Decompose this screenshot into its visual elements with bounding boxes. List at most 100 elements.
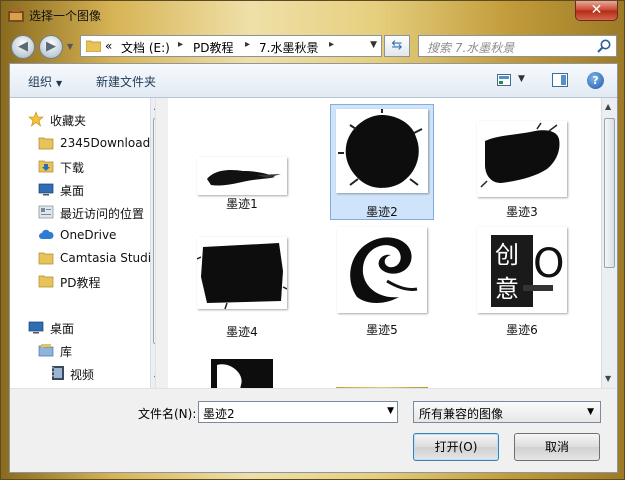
file-name: 墨迹2 xyxy=(366,205,398,219)
video-icon xyxy=(52,366,64,380)
nav-item-label: PD教程 xyxy=(60,276,101,290)
breadcrumb-separator-icon[interactable]: ▸ xyxy=(329,39,334,50)
thumbnail-partial xyxy=(211,359,273,388)
nav-item-videos[interactable]: 视频 xyxy=(10,362,150,384)
breadcrumb-separator-icon[interactable]: ▸ xyxy=(178,39,183,50)
file-tile-ink3[interactable]: 墨迹3 xyxy=(470,104,574,220)
refresh-button[interactable]: ⇆ xyxy=(384,35,410,57)
nav-item-label: 视频 xyxy=(70,368,95,382)
file-name: 墨迹1 xyxy=(226,197,258,211)
file-name: 墨迹5 xyxy=(366,323,398,337)
file-list-scrollbar[interactable]: ▲ ▼ xyxy=(601,98,617,388)
nav-item-desktop[interactable]: 桌面 xyxy=(10,178,150,200)
toolbar: 组织 ▼ 新建文件夹 ▼ ? xyxy=(10,64,617,98)
folder-icon xyxy=(86,40,101,52)
close-button[interactable]: ✕ xyxy=(575,1,618,21)
recent-places-icon xyxy=(38,205,54,219)
chevron-down-icon: ▼ xyxy=(587,407,594,417)
chevron-down-icon: ▼ xyxy=(56,79,63,88)
nav-item-libraries[interactable]: 库 xyxy=(10,339,150,361)
nav-item-label: OneDrive xyxy=(60,228,117,242)
nav-item-label: 库 xyxy=(60,345,73,359)
nav-item-label: 下载 xyxy=(60,161,85,175)
nav-item-desktop-root[interactable]: 桌面 xyxy=(10,316,150,338)
scrollbar-thumb[interactable] xyxy=(604,118,615,268)
nav-item-pd-tutorial[interactable]: PD教程 xyxy=(10,270,150,292)
breadcrumb-item[interactable]: 7.水墨秋景 xyxy=(259,39,318,56)
thumbnail-ink1 xyxy=(197,157,287,195)
file-tile-ink1[interactable]: 墨迹1 xyxy=(190,146,294,216)
dialog-window: 选择一个图像 ✕ ◀ ▶ ▼ « 文档 (E:) ▸ PD教程 ▸ 7.水墨秋景… xyxy=(0,0,625,480)
file-name: 墨迹3 xyxy=(506,205,538,219)
file-list: 墨迹1 墨迹2 墨迹3 墨迹4 墨迹5 创 意 O 墨迹6 xyxy=(168,98,601,388)
view-mode-icon[interactable] xyxy=(497,74,511,86)
nav-item-recent-places[interactable]: 最近访问的位置 xyxy=(10,201,150,223)
scroll-down-icon[interactable]: ▼ xyxy=(605,374,611,383)
file-tile-ink6[interactable]: 创 意 O 墨迹6 xyxy=(470,222,574,338)
folder-icon xyxy=(38,252,54,265)
refresh-icon: ⇆ xyxy=(391,38,403,53)
nav-item-label: 收藏夹 xyxy=(50,114,87,128)
file-tile-ink4[interactable]: 墨迹4 xyxy=(190,222,294,339)
address-bar[interactable]: « 文档 (E:) ▸ PD教程 ▸ 7.水墨秋景 ▸ ▼ xyxy=(80,35,382,57)
breadcrumb-item[interactable]: 文档 (E:) xyxy=(121,39,170,56)
nav-item-onedrive[interactable]: OneDrive xyxy=(10,224,150,246)
filename-label: 文件名(N): xyxy=(138,407,197,421)
nav-pane-scrollbar[interactable]: ▲ ▼ xyxy=(150,98,155,388)
forward-button[interactable]: ▶ xyxy=(39,35,63,59)
thumbnail-ink4 xyxy=(197,237,287,309)
breadcrumb-overflow[interactable]: « xyxy=(105,39,112,53)
thumbnail-ink3 xyxy=(477,121,567,197)
organize-label: 组织 xyxy=(28,75,53,89)
scroll-up-icon[interactable]: ▲ xyxy=(154,102,155,111)
file-tile-partial[interactable] xyxy=(470,346,574,388)
folder-icon xyxy=(38,275,54,288)
file-tile-ink2[interactable]: 墨迹2 xyxy=(330,104,434,220)
address-dropdown-icon[interactable]: ▼ xyxy=(370,40,377,50)
chevron-down-icon[interactable]: ▼ xyxy=(387,406,394,416)
thumbnail-big-o: O xyxy=(533,241,564,287)
filename-value: 墨迹2 xyxy=(203,407,235,421)
organize-button[interactable]: 组织 ▼ xyxy=(28,73,62,90)
breadcrumb-separator-icon[interactable]: ▸ xyxy=(245,39,250,50)
file-tile-partial[interactable] xyxy=(330,346,434,388)
cloud-icon xyxy=(39,229,54,239)
breadcrumb-item[interactable]: PD教程 xyxy=(193,39,233,56)
back-arrow-icon: ◀ xyxy=(18,39,28,54)
scroll-down-icon[interactable]: ▼ xyxy=(154,374,155,383)
file-tile-ink5[interactable]: 墨迹5 xyxy=(330,222,434,338)
search-box[interactable]: 搜索 7.水墨秋景 xyxy=(418,35,617,57)
new-folder-button[interactable]: 新建文件夹 xyxy=(96,73,156,90)
search-icon[interactable] xyxy=(596,38,612,54)
navigation-pane: 收藏夹 2345Downloads 下载 桌面 最近访问的位置 OneDrive xyxy=(10,98,156,388)
thumbnail-ink5 xyxy=(337,227,427,313)
filetype-select[interactable]: 所有兼容的图像 ▼ xyxy=(413,401,601,423)
view-dropdown-icon[interactable]: ▼ xyxy=(518,74,525,84)
close-icon: ✕ xyxy=(590,2,603,18)
recent-pages-dropdown-icon[interactable]: ▼ xyxy=(67,42,73,51)
app-icon xyxy=(8,8,24,22)
scrollbar-thumb[interactable] xyxy=(153,118,155,344)
folder-icon xyxy=(38,137,54,150)
dialog-client-area: 组织 ▼ 新建文件夹 ▼ ? 收藏夹 2345Downloads 下载 桌面 最… xyxy=(9,63,618,473)
nav-item-label: 桌面 xyxy=(50,322,75,336)
filename-input[interactable]: 墨迹2 ▼ xyxy=(198,401,398,423)
nav-item-downloads[interactable]: 下载 xyxy=(10,155,150,177)
open-button[interactable]: 打开(O) xyxy=(413,433,499,461)
nav-item-camtasia[interactable]: Camtasia Studio xyxy=(10,247,150,269)
nav-item-2345downloads[interactable]: 2345Downloads xyxy=(10,132,150,154)
scroll-up-icon[interactable]: ▲ xyxy=(605,102,611,111)
filetype-value: 所有兼容的图像 xyxy=(419,407,504,421)
file-name: 墨迹4 xyxy=(226,325,258,339)
nav-item-favorites[interactable]: 收藏夹 xyxy=(10,108,150,130)
file-tile-partial[interactable] xyxy=(190,346,294,388)
back-button[interactable]: ◀ xyxy=(11,35,35,59)
nav-item-label: 2345Downloads xyxy=(60,136,150,150)
help-icon[interactable]: ? xyxy=(587,72,604,89)
window-title: 选择一个图像 xyxy=(29,9,102,23)
preview-pane-icon[interactable] xyxy=(552,73,568,87)
title-bar[interactable]: 选择一个图像 ✕ xyxy=(1,1,624,31)
cancel-button[interactable]: 取消 xyxy=(514,433,600,461)
file-name: 墨迹6 xyxy=(506,323,538,337)
forward-arrow-icon: ▶ xyxy=(46,39,56,54)
